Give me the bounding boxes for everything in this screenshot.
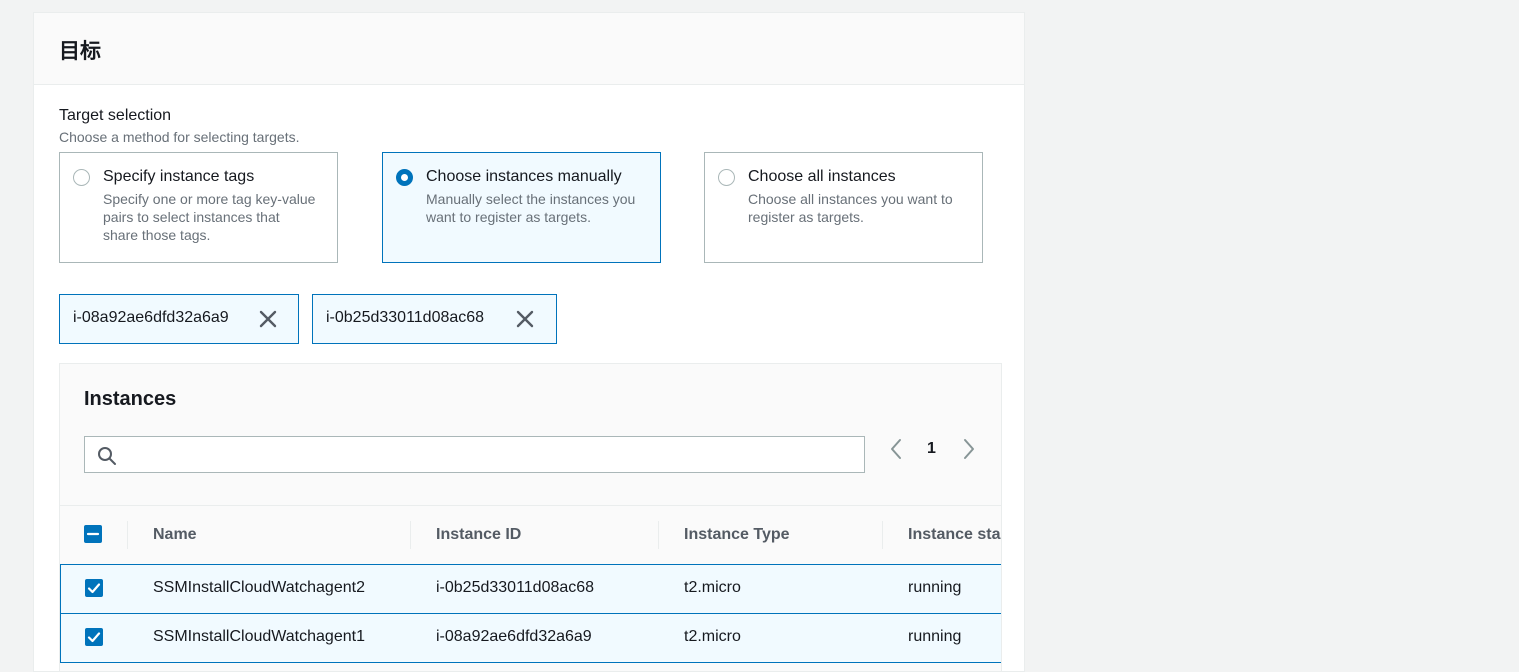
selected-instance-token: i-08a92ae6dfd32a6a9 <box>59 294 299 344</box>
tile-specify-instance-tags[interactable]: Specify instance tags Specify one or mor… <box>59 152 338 263</box>
cell-name: SSMInstallCloudWatchagent1 <box>153 628 365 645</box>
column-header-instance-type[interactable]: Instance Type <box>684 526 790 544</box>
instances-title: Instances <box>84 388 177 410</box>
search-box[interactable] <box>84 436 865 473</box>
tile-description: Manually select the instances you want t… <box>426 191 636 225</box>
cell-instance-id: i-0b25d33011d08ac68 <box>436 579 595 596</box>
column-divider[interactable] <box>410 521 411 549</box>
table-row[interactable]: SSMInstallCloudWatchagent1 i-08a92ae6dfd… <box>60 613 1001 663</box>
radio-choose-all-instances[interactable] <box>718 169 735 186</box>
check-icon <box>87 583 101 594</box>
column-header-instance-state[interactable]: Instance sta <box>908 526 1000 544</box>
tile-choose-instances-manually[interactable]: Choose instances manually Manually selec… <box>382 152 661 263</box>
search-icon <box>98 447 116 465</box>
instances-table-container: Instances 1 Name Instance ID Instance Ty… <box>59 363 1002 671</box>
pagination-page[interactable]: 1 <box>927 440 936 458</box>
minus-icon <box>86 532 100 536</box>
tile-description: Choose all instances you want to registe… <box>748 191 953 225</box>
tile-title: Specify instance tags <box>103 168 255 185</box>
column-divider[interactable] <box>658 521 659 549</box>
panel-header: 目标 <box>34 13 1024 85</box>
cell-instance-state: running <box>908 579 962 596</box>
chevron-left-icon[interactable] <box>886 437 906 461</box>
column-header-name[interactable]: Name <box>153 526 197 544</box>
token-label: i-08a92ae6dfd32a6a9 <box>73 309 229 326</box>
targets-panel: 目标 Target selection Choose a method for … <box>33 12 1025 672</box>
close-icon[interactable] <box>257 308 279 330</box>
column-divider[interactable] <box>882 521 883 549</box>
tile-description: Specify one or more tag key-value pairs … <box>103 191 316 243</box>
tile-choose-all-instances[interactable]: Choose all instances Choose all instance… <box>704 152 983 263</box>
cell-instance-type: t2.micro <box>684 579 741 596</box>
cell-instance-id: i-08a92ae6dfd32a6a9 <box>436 628 592 645</box>
search-input[interactable] <box>125 439 859 472</box>
radio-specify-instance-tags[interactable] <box>73 169 90 186</box>
radio-choose-instances-manually[interactable] <box>396 169 413 186</box>
chevron-right-icon[interactable] <box>959 437 979 461</box>
tile-title: Choose instances manually <box>426 168 622 185</box>
check-icon <box>87 632 101 643</box>
target-selection-label: Target selection <box>59 107 172 124</box>
selected-instance-token: i-0b25d33011d08ac68 <box>312 294 557 344</box>
panel-title: 目标 <box>59 40 101 63</box>
cell-instance-type: t2.micro <box>684 628 741 645</box>
select-all-checkbox[interactable] <box>84 525 102 543</box>
cell-name: SSMInstallCloudWatchagent2 <box>153 579 365 596</box>
table-header: Name Instance ID Instance Type Instance … <box>60 505 1001 566</box>
target-selection-description: Choose a method for selecting targets. <box>59 129 300 145</box>
table-row[interactable]: SSMInstallCloudWatchagent2 i-0b25d33011d… <box>60 564 1001 614</box>
tile-title: Choose all instances <box>748 168 896 185</box>
cell-instance-state: running <box>908 628 962 645</box>
column-divider <box>127 521 128 549</box>
column-header-instance-id[interactable]: Instance ID <box>436 526 521 544</box>
close-icon[interactable] <box>514 308 536 330</box>
row-checkbox[interactable] <box>85 579 103 597</box>
token-label: i-0b25d33011d08ac68 <box>326 309 485 326</box>
row-checkbox[interactable] <box>85 628 103 646</box>
